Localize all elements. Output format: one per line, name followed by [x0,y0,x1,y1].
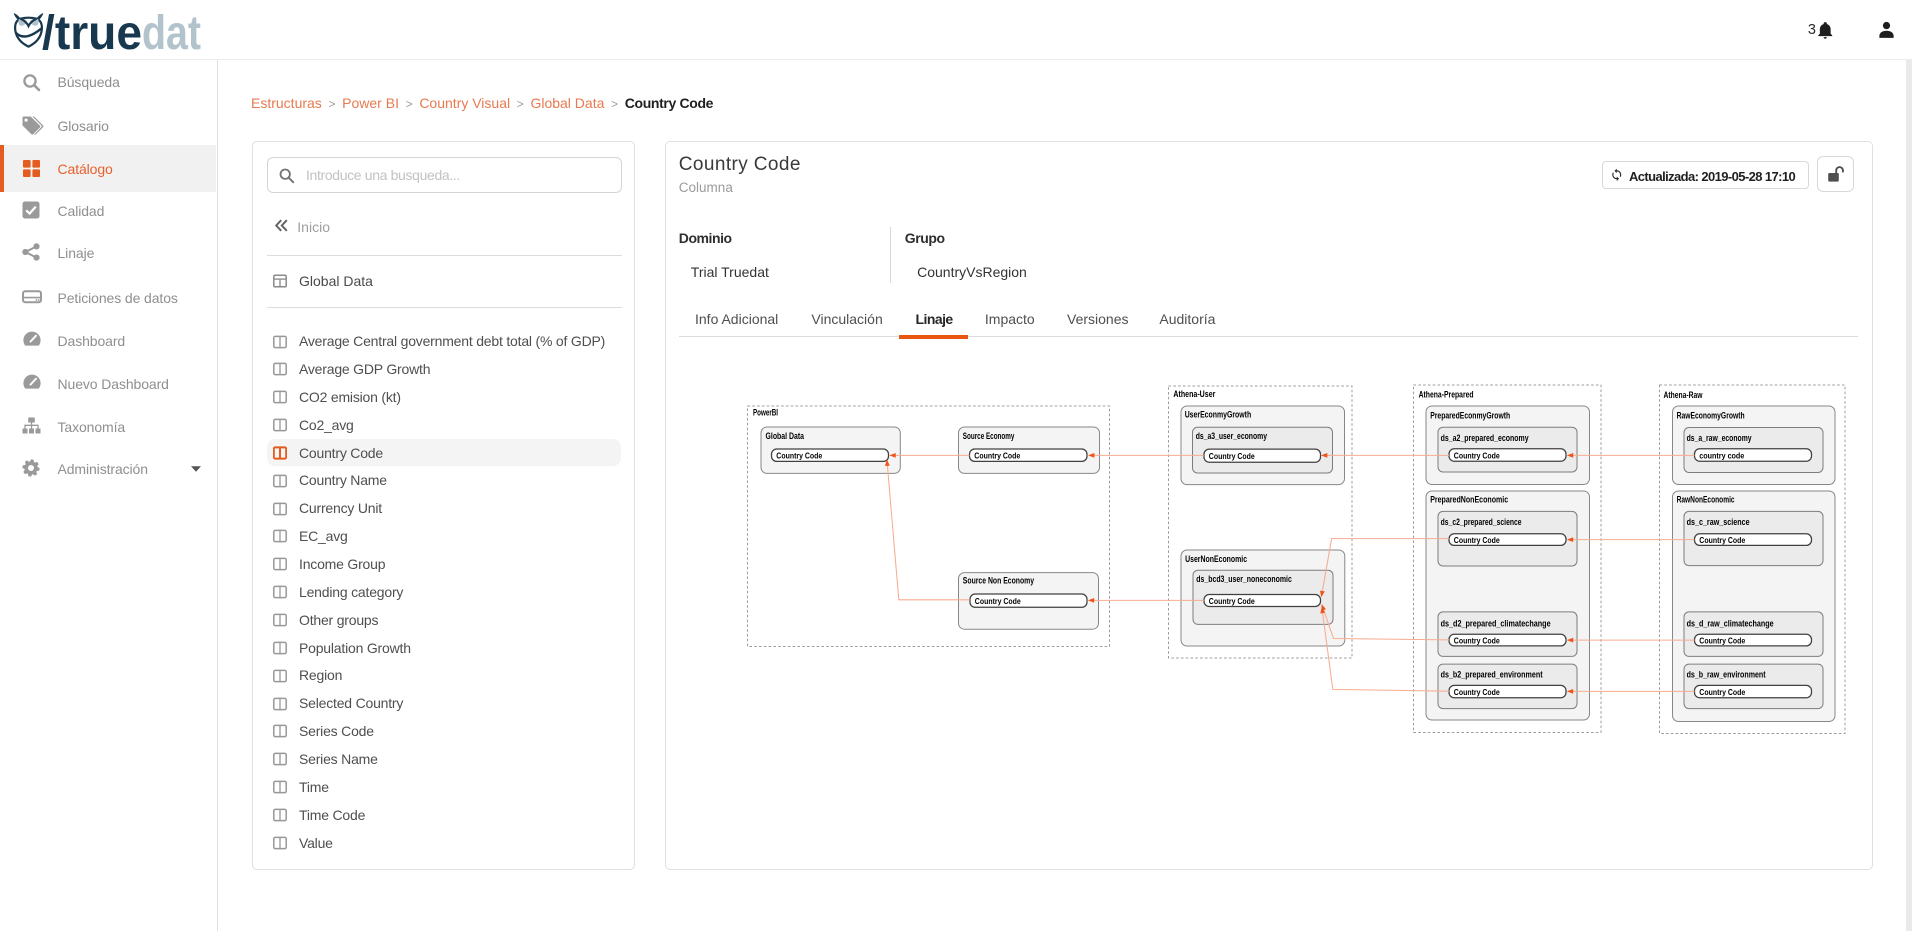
svg-text:ds_d_raw_climatechange: ds_d_raw_climatechange [1687,619,1774,630]
svg-text:Source Economy: Source Economy [963,431,1015,442]
svg-text:Country Code: Country Code [776,451,822,461]
svg-text:Source Non Economy: Source Non Economy [963,576,1035,587]
svg-text:Country Code: Country Code [1454,450,1500,460]
svg-text:ds_c_raw_science: ds_c_raw_science [1687,517,1750,528]
svg-text:Country Code: Country Code [1699,535,1745,545]
svg-text:Country Code: Country Code [1699,687,1745,697]
svg-text:Country Code: Country Code [1699,636,1745,646]
svg-text:Country Code: Country Code [1454,636,1500,646]
svg-text:UserNonEconomic: UserNonEconomic [1185,554,1247,565]
svg-text:ds_a3_user_economy: ds_a3_user_economy [1196,431,1268,442]
svg-text:ds_a_raw_economy: ds_a_raw_economy [1687,433,1753,444]
svg-text:Country Code: Country Code [975,596,1021,606]
svg-text:ds_a2_prepared_economy: ds_a2_prepared_economy [1441,433,1530,444]
svg-text:ds_d2_prepared_climatechange: ds_d2_prepared_climatechange [1441,619,1551,630]
svg-text:PowerBI: PowerBI [753,408,778,419]
svg-text:UserEconmyGrowth: UserEconmyGrowth [1185,410,1252,421]
svg-text:Country Code: Country Code [974,451,1020,461]
svg-text:PreparedEconmyGrowth: PreparedEconmyGrowth [1430,411,1510,422]
svg-text:ds_b_raw_environment: ds_b_raw_environment [1687,670,1767,681]
svg-text:Athena-User: Athena-User [1173,389,1215,400]
svg-text:dat: dat [142,8,201,58]
svg-text:RawNonEconomic: RawNonEconomic [1677,494,1735,505]
svg-text:PreparedNonEconomic: PreparedNonEconomic [1430,494,1508,505]
svg-text:RawEconomyGrowth: RawEconomyGrowth [1677,410,1745,421]
svg-text:/true: /true [42,8,142,58]
svg-text:Global Data: Global Data [766,431,805,442]
svg-text:ds_c2_prepared_science: ds_c2_prepared_science [1441,517,1522,528]
svg-text:ds_b2_prepared_environment: ds_b2_prepared_environment [1441,670,1544,681]
svg-text:Country Code: Country Code [1454,535,1500,545]
svg-text:country code: country code [1699,450,1744,460]
svg-text:Country Code: Country Code [1454,687,1500,697]
svg-text:Country Code: Country Code [1209,596,1255,606]
svg-text:ds_bcd3_user_noneconomic: ds_bcd3_user_noneconomic [1196,574,1292,585]
svg-text:Athena-Prepared: Athena-Prepared [1419,389,1474,400]
svg-text:Athena-Raw: Athena-Raw [1664,390,1703,401]
svg-text:Country Code: Country Code [1209,451,1255,461]
